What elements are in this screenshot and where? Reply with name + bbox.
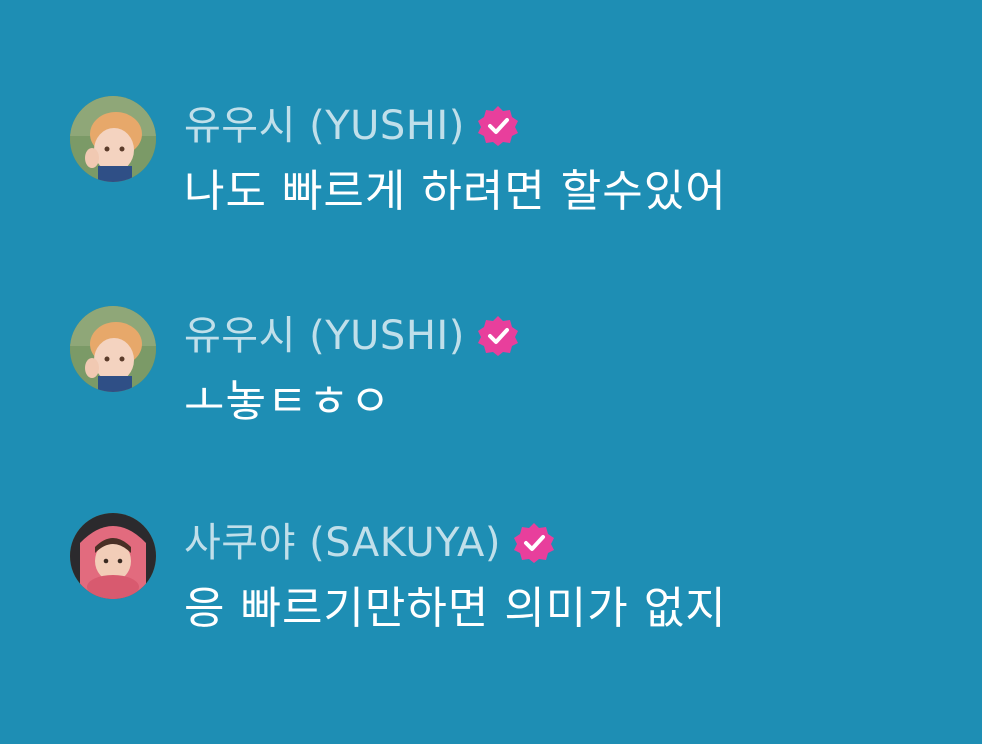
- chat-message: 유우시 (YUSHI) ㅗ놓ㅌㅎㅇ: [70, 306, 950, 436]
- message-text: 나도 빠르게 하려면 할수있어: [184, 166, 727, 217]
- author-row: 유우시 (YUSHI): [184, 308, 519, 364]
- author-name[interactable]: 유우시 (YUSHI): [184, 98, 465, 154]
- message-text: ㅗ놓ㅌㅎㅇ: [184, 376, 392, 427]
- author-row: 사쿠야 (SAKUYA): [184, 515, 555, 571]
- avatar[interactable]: [70, 306, 156, 392]
- author-name[interactable]: 유우시 (YUSHI): [184, 308, 465, 364]
- message-text: 응 빠르기만하면 의미가 없지: [184, 583, 727, 634]
- avatar[interactable]: [70, 96, 156, 182]
- avatar[interactable]: [70, 513, 156, 599]
- verified-badge-icon: [477, 315, 519, 357]
- chat-thread: 유우시 (YUSHI) 나도 빠르게 하려면 할수있어 유우시 (YUSHI) …: [0, 0, 982, 744]
- author-name[interactable]: 사쿠야 (SAKUYA): [184, 515, 501, 571]
- chat-message: 사쿠야 (SAKUYA) 응 빠르기만하면 의미가 없지: [70, 513, 950, 643]
- verified-badge-icon: [477, 105, 519, 147]
- author-row: 유우시 (YUSHI): [184, 98, 519, 154]
- chat-message: 유우시 (YUSHI) 나도 빠르게 하려면 할수있어: [70, 96, 950, 226]
- verified-badge-icon: [513, 522, 555, 564]
